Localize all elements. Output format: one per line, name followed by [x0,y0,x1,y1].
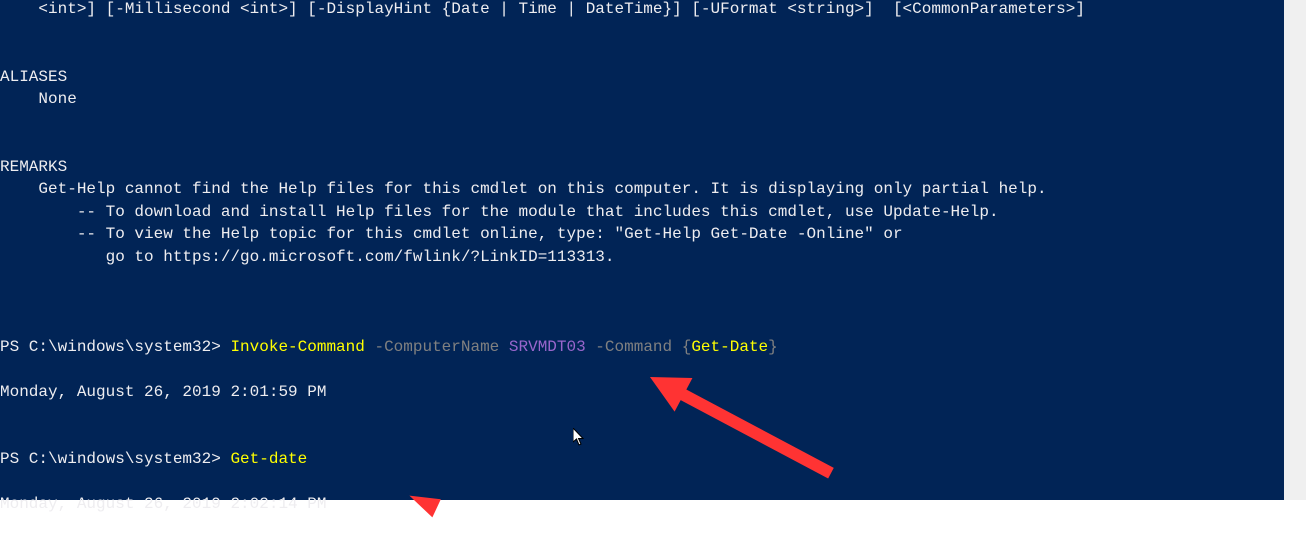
prompt: PS C:\windows\system32> [0,338,230,356]
param-computername: -ComputerName [365,338,499,356]
remarks-line: Get-Help cannot find the Help files for … [0,180,1047,198]
brace-close: } [768,338,778,356]
brace-open: { [672,338,691,356]
cmdlet-get-date: Get-Date [691,338,768,356]
remarks-line: go to https://go.microsoft.com/fwlink/?L… [0,248,615,266]
arg-computer: SRVMDT03 [499,338,585,356]
cmdlet-get-date: Get-date [230,450,307,468]
terminal-output: <int>] [-Millisecond <int>] [-DisplayHin… [0,0,1284,516]
aliases-header: ALIASES [0,68,67,86]
param-command: -Command [586,338,672,356]
aliases-value: None [0,90,77,108]
prompt: PS C:\windows\system32> [0,450,230,468]
remarks-line: -- To view the Help topic for this cmdle… [0,225,903,243]
cmdlet-invoke-command: Invoke-Command [230,338,364,356]
remarks-line: -- To download and install Help files fo… [0,203,999,221]
scrollbar[interactable] [1284,0,1306,500]
powershell-terminal[interactable]: <int>] [-Millisecond <int>] [-DisplayHin… [0,0,1284,500]
syntax-line: <int>] [-Millisecond <int>] [-DisplayHin… [0,0,1085,18]
output-date: Monday, August 26, 2019 2:01:59 PM [0,383,326,401]
output-date: Monday, August 26, 2019 2:02:14 PM [0,495,326,513]
remarks-header: REMARKS [0,158,67,176]
